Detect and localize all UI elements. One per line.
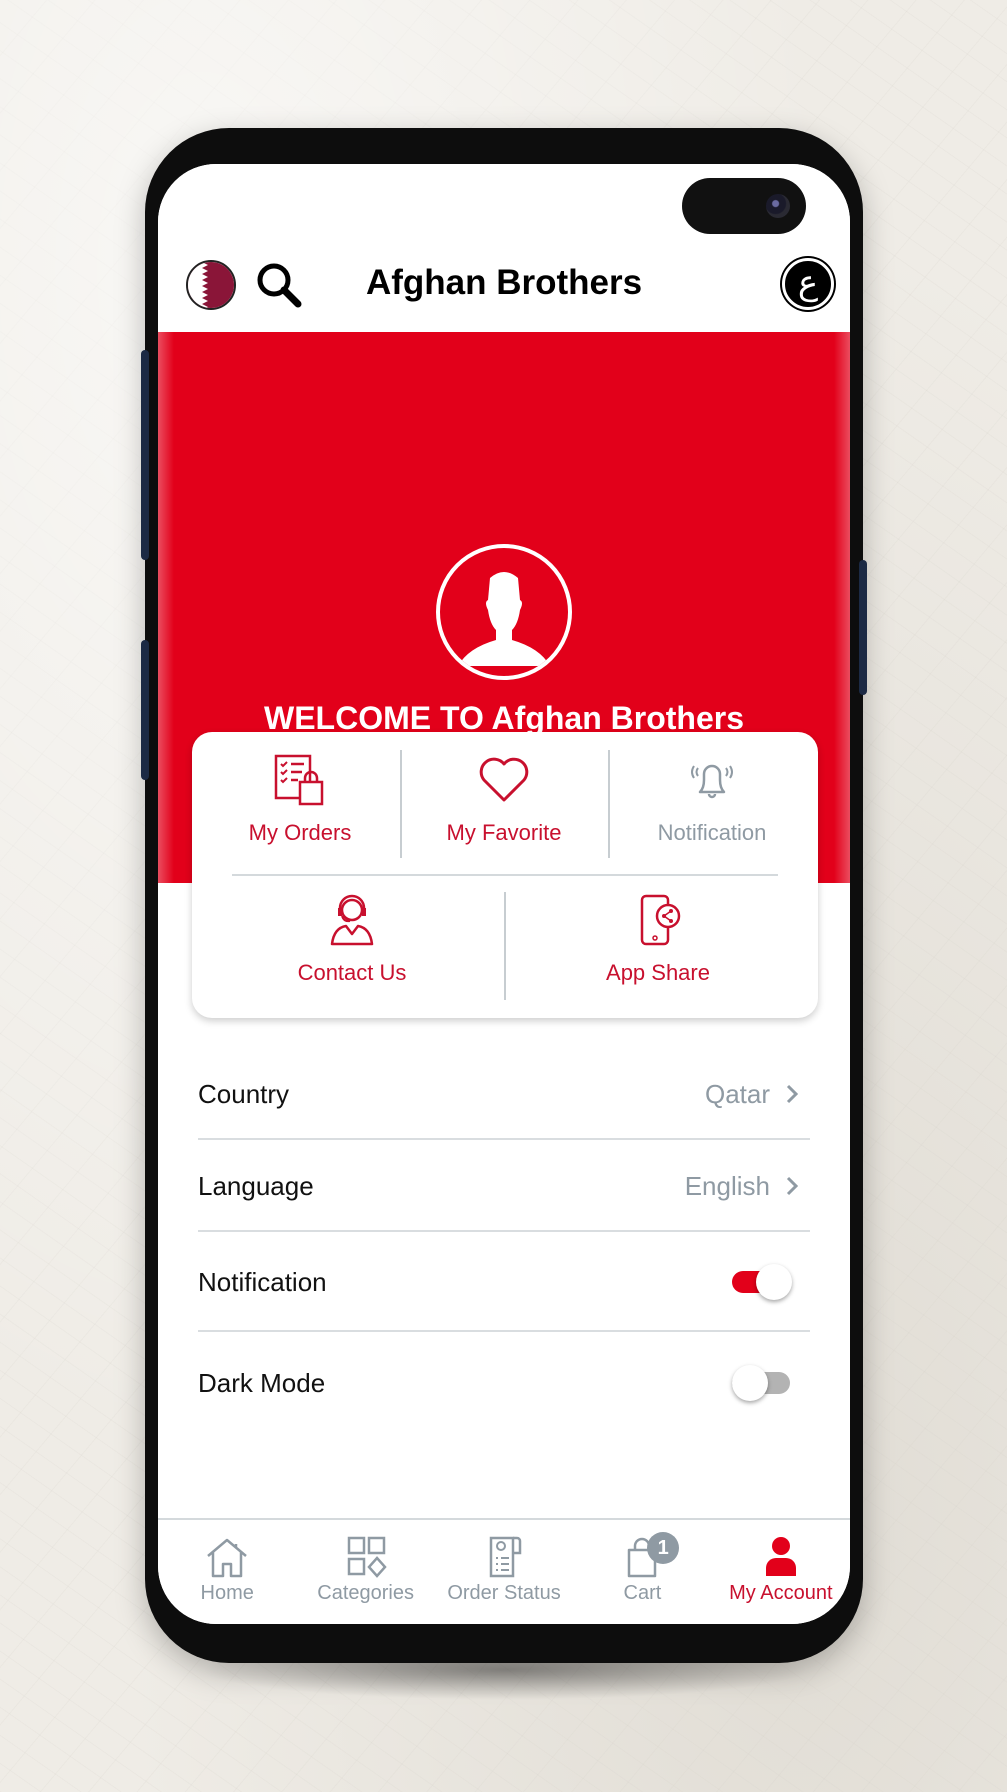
bottom-tab-bar: Home Categories Order Status 1 Cart My A… (158, 1518, 850, 1624)
dark-mode-label: Dark Mode (198, 1367, 326, 1398)
country-row[interactable]: Country Qatar (198, 1050, 810, 1140)
divider (400, 750, 402, 858)
share-phone-icon (640, 894, 681, 946)
app-title: Afghan Brothers (365, 263, 643, 302)
dark-mode-toggle[interactable] (732, 1363, 794, 1403)
toggle-knob (756, 1264, 792, 1300)
categories-icon (347, 1536, 387, 1578)
app-screen: Afghan Brothers ع WELCOME TO Afghan Brot… (158, 164, 850, 1624)
tab-my-account[interactable]: My Account (712, 1520, 850, 1624)
notification-label: Notification (657, 820, 767, 845)
quick-actions-card: My Orders My Favorite Notification Conta… (192, 732, 818, 1018)
bell-icon (691, 764, 733, 799)
language-row[interactable]: Language English (198, 1142, 810, 1232)
my-orders-label: My Orders (248, 820, 352, 845)
language-label: Language (198, 1170, 314, 1201)
divider (504, 892, 506, 1000)
heart-icon (479, 757, 529, 802)
chevron-right-icon (786, 1176, 798, 1196)
order-status-icon (489, 1536, 522, 1578)
tab-categories[interactable]: Categories (296, 1520, 434, 1624)
country-value: Qatar (704, 1078, 770, 1109)
tab-home[interactable]: Home (158, 1520, 296, 1624)
cart-badge: 1 (647, 1532, 680, 1564)
language-toggle-icon[interactable]: ع (782, 258, 834, 310)
chevron-right-icon (786, 1084, 798, 1104)
divider (232, 874, 778, 876)
tab-my-account-label: My Account (729, 1582, 833, 1604)
tab-home-label: Home (200, 1582, 254, 1604)
my-orders-tile[interactable]: My Orders (210, 752, 390, 846)
phone-side-button (141, 640, 149, 780)
dark-mode-row: Dark Mode (198, 1334, 810, 1432)
tab-categories-label: Categories (317, 1582, 414, 1604)
notification-tile[interactable]: Notification (622, 752, 802, 846)
camera-lens (766, 194, 790, 218)
contact-us-tile[interactable]: Contact Us (232, 892, 472, 986)
notification-row: Notification (198, 1234, 810, 1332)
tab-order-status[interactable]: Order Status (435, 1520, 573, 1624)
tab-cart[interactable]: 1 Cart (573, 1520, 711, 1624)
app-share-tile[interactable]: App Share (538, 892, 778, 986)
app-share-label: App Share (606, 960, 710, 985)
camera-cutout (682, 178, 806, 234)
toggle-knob (732, 1365, 768, 1401)
phone-side-button (859, 560, 867, 695)
divider (608, 750, 610, 858)
language-value: English (684, 1170, 770, 1201)
contact-us-label: Contact Us (297, 960, 407, 985)
notification-toggle[interactable] (732, 1262, 794, 1302)
phone-side-button (141, 350, 149, 560)
notification-setting-label: Notification (198, 1266, 327, 1297)
country-label: Country (198, 1078, 290, 1109)
account-icon (765, 1537, 796, 1576)
orders-icon (274, 754, 324, 806)
tab-order-status-label: Order Status (447, 1582, 561, 1604)
support-agent-icon (330, 894, 374, 946)
avatar-icon (436, 544, 572, 680)
home-icon (207, 1538, 248, 1578)
tab-cart-label: Cart (623, 1582, 662, 1604)
my-favorite-label: My Favorite (446, 820, 562, 845)
my-favorite-tile[interactable]: My Favorite (414, 752, 594, 846)
